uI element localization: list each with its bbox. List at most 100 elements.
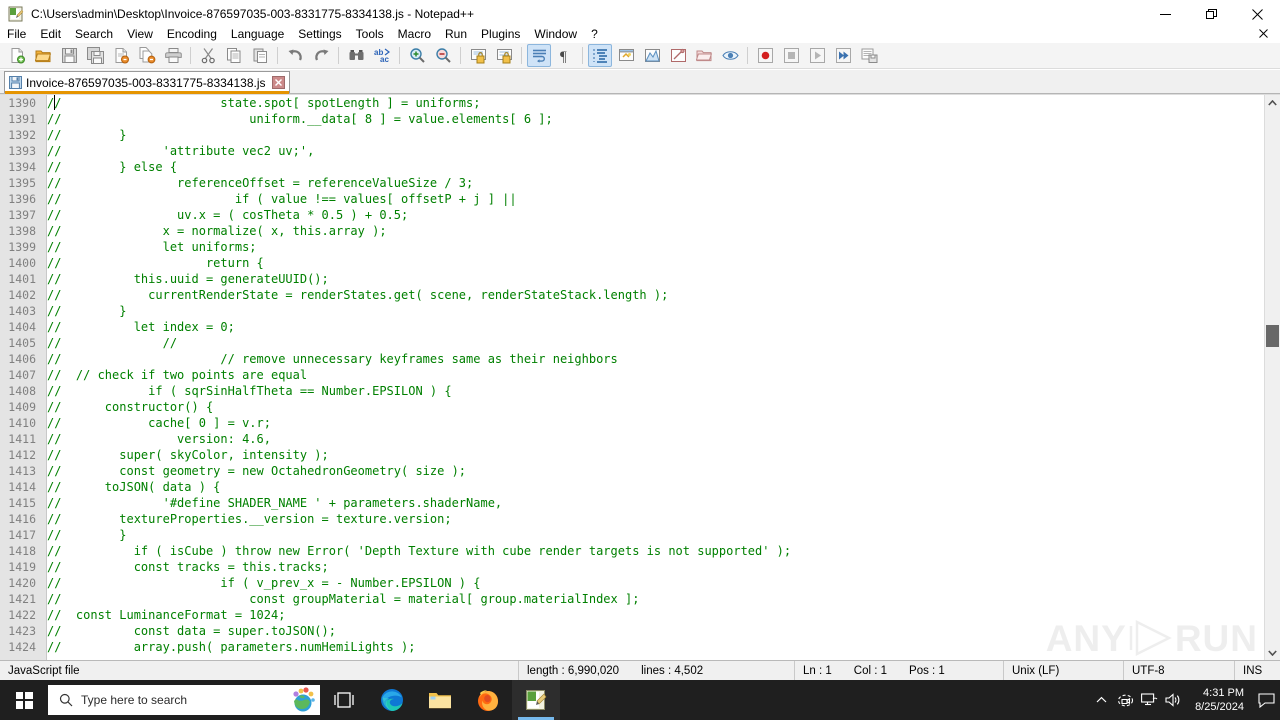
menu-item-settings[interactable]: Settings: [291, 25, 348, 43]
cut-button[interactable]: [196, 44, 220, 67]
code-line[interactable]: 1418 // if ( isCube ) throw new Error( 'D…: [0, 543, 1264, 559]
new-file-button[interactable]: [5, 44, 29, 67]
code-line[interactable]: 1420 // if ( v_prev_x = - Number.EPSILON …: [0, 575, 1264, 591]
undo-button[interactable]: [283, 44, 307, 67]
word-wrap-button[interactable]: [527, 44, 551, 67]
code-line[interactable]: 1410 // cache[ 0 ] = v.r;: [0, 415, 1264, 431]
microsoft-edge-button[interactable]: [368, 680, 416, 720]
close-document-button[interactable]: [1253, 24, 1274, 43]
code-line[interactable]: 1422 // const LuminanceFormat = 1024;: [0, 607, 1264, 623]
scroll-down-button[interactable]: [1265, 645, 1280, 660]
code-line[interactable]: 1421 // const groupMaterial = material[ g…: [0, 591, 1264, 607]
code-line[interactable]: 1423 // const data = super.toJSON();: [0, 623, 1264, 639]
code-line[interactable]: 1424 // array.push( parameters.numHemiLig…: [0, 639, 1264, 655]
code-line[interactable]: 1401 // this.uuid = generateUUID();: [0, 271, 1264, 287]
code-line[interactable]: 1416 // textureProperties.__version = tex…: [0, 511, 1264, 527]
menu-item-file[interactable]: File: [0, 25, 33, 43]
code-lines-container[interactable]: 1390 // state.spot[ spotLength ] = unifor…: [0, 95, 1264, 660]
code-line[interactable]: 1415 // '#define SHADER_NAME ' + paramete…: [0, 495, 1264, 511]
sync-horizontal-scroll-button[interactable]: [492, 44, 516, 67]
code-line[interactable]: 1398 // x = normalize( x, this.array );: [0, 223, 1264, 239]
search-input[interactable]: Type here to search: [48, 685, 320, 715]
file-explorer-button[interactable]: [416, 680, 464, 720]
tray-overflow-button[interactable]: [1089, 680, 1113, 720]
menu-item-macro[interactable]: Macro: [391, 25, 438, 43]
network-icon[interactable]: [1137, 680, 1161, 720]
scroll-up-button[interactable]: [1265, 95, 1280, 111]
close-all-files-button[interactable]: [135, 44, 159, 67]
code-editor[interactable]: 1390 // state.spot[ spotLength ] = unifor…: [0, 94, 1280, 660]
redo-button[interactable]: [309, 44, 333, 67]
folder-as-workspace-button[interactable]: [692, 44, 716, 67]
task-view-button[interactable]: [320, 680, 368, 720]
menu-item-window[interactable]: Window: [527, 25, 584, 43]
code-line[interactable]: 1408 // if ( sqrSinHalfTheta == Number.EP…: [0, 383, 1264, 399]
volume-icon[interactable]: [1161, 680, 1185, 720]
code-line[interactable]: 1414 // toJSON( data ) {: [0, 479, 1264, 495]
code-line[interactable]: 1395 // referenceOffset = referenceValueS…: [0, 175, 1264, 191]
code-line[interactable]: 1417 // }: [0, 527, 1264, 543]
show-all-characters-button[interactable]: ¶: [553, 44, 577, 67]
tab-close-icon[interactable]: [271, 76, 285, 89]
save-all-button[interactable]: [83, 44, 107, 67]
macro-stop-button[interactable]: [779, 44, 803, 67]
notepad-plus-plus-button[interactable]: [512, 680, 560, 720]
vertical-scrollbar[interactable]: [1264, 95, 1280, 660]
paste-button[interactable]: [248, 44, 272, 67]
code-line[interactable]: 1419 // const tracks = this.tracks;: [0, 559, 1264, 575]
macro-run-multiple-button[interactable]: [831, 44, 855, 67]
macro-record-button[interactable]: [753, 44, 777, 67]
zoom-out-button[interactable]: [431, 44, 455, 67]
action-center-button[interactable]: [1252, 680, 1280, 720]
code-line[interactable]: 1409 // constructor() {: [0, 399, 1264, 415]
menu-item-encoding[interactable]: Encoding: [160, 25, 224, 43]
open-file-button[interactable]: [31, 44, 55, 67]
zoom-in-button[interactable]: [405, 44, 429, 67]
taskbar-clock[interactable]: 4:31 PM 8/25/2024: [1185, 680, 1252, 720]
macro-play-button[interactable]: [805, 44, 829, 67]
code-line[interactable]: 1405 // //: [0, 335, 1264, 351]
tab-invoice-js[interactable]: Invoice-876597035-003-8331775-8334138.js: [4, 71, 290, 94]
document-map-button[interactable]: [640, 44, 664, 67]
code-line[interactable]: 1392 // }: [0, 127, 1264, 143]
code-line[interactable]: 1407 // // check if two points are equal: [0, 367, 1264, 383]
macro-save-button[interactable]: [857, 44, 881, 67]
menu-item-[interactable]: ?: [584, 25, 605, 43]
save-file-button[interactable]: [57, 44, 81, 67]
code-line[interactable]: 1393 // 'attribute vec2 uv;',: [0, 143, 1264, 159]
monitoring-button[interactable]: [718, 44, 742, 67]
code-line[interactable]: 1403 // }: [0, 303, 1264, 319]
code-line[interactable]: 1399 // let uniforms;: [0, 239, 1264, 255]
show-indent-guide-button[interactable]: [588, 44, 612, 67]
code-line[interactable]: 1406 // // remove unnecessary keyframes s…: [0, 351, 1264, 367]
code-line[interactable]: 1390 // state.spot[ spotLength ] = unifor…: [0, 95, 1264, 111]
mozilla-firefox-button[interactable]: [464, 680, 512, 720]
menu-item-language[interactable]: Language: [224, 25, 291, 43]
copy-button[interactable]: [222, 44, 246, 67]
user-defined-dialog-button[interactable]: [614, 44, 638, 67]
menu-item-tools[interactable]: Tools: [349, 25, 391, 43]
code-line[interactable]: 1411 // version: 4.6,: [0, 431, 1264, 447]
code-line[interactable]: 1396 // if ( value !== values[ offsetP + …: [0, 191, 1264, 207]
sync-vertical-scroll-button[interactable]: [466, 44, 490, 67]
menu-item-run[interactable]: Run: [438, 25, 474, 43]
code-line[interactable]: 1412 // super( skyColor, intensity );: [0, 447, 1264, 463]
code-line[interactable]: 1391 // uniform.__data[ 8 ] = value.eleme…: [0, 111, 1264, 127]
start-button[interactable]: [0, 680, 48, 720]
print-button[interactable]: [161, 44, 185, 67]
code-line[interactable]: 1402 // currentRenderState = renderStates…: [0, 287, 1264, 303]
code-line[interactable]: 1394 // } else {: [0, 159, 1264, 175]
menu-item-search[interactable]: Search: [68, 25, 120, 43]
replace-button[interactable]: ab ac: [370, 44, 394, 67]
close-file-button[interactable]: [109, 44, 133, 67]
function-list-button[interactable]: [666, 44, 690, 67]
code-line[interactable]: 1413 // const geometry = new OctahedronGe…: [0, 463, 1264, 479]
code-line[interactable]: 1400 // return {: [0, 255, 1264, 271]
menu-item-view[interactable]: View: [120, 25, 160, 43]
scrollbar-thumb[interactable]: [1266, 325, 1279, 347]
find-button[interactable]: [344, 44, 368, 67]
menu-item-edit[interactable]: Edit: [33, 25, 68, 43]
onedrive-icon[interactable]: [1113, 680, 1137, 720]
menu-item-plugins[interactable]: Plugins: [474, 25, 527, 43]
code-line[interactable]: 1397 // uv.x = ( cosTheta * 0.5 ) + 0.5;: [0, 207, 1264, 223]
